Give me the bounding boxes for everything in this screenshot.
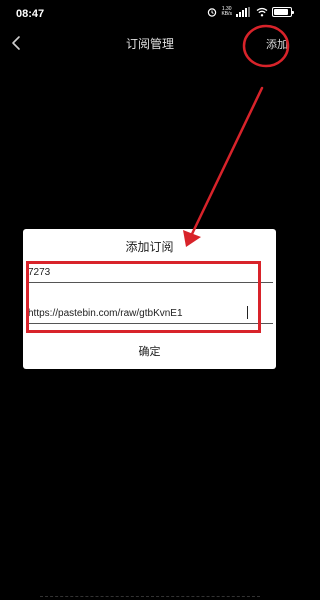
dialog-title: 添加订阅	[125, 240, 174, 254]
annotation-arrow-line	[190, 86, 264, 236]
battery-icon	[272, 7, 294, 17]
subscription-name-input[interactable]	[27, 263, 273, 283]
signal-icon	[236, 7, 250, 17]
add-subscription-dialog: 添加订阅 确定	[23, 229, 276, 369]
confirm-button[interactable]: 确定	[23, 338, 276, 364]
status-time: 08:47	[16, 8, 45, 20]
app-header: 订阅管理 添加	[0, 26, 300, 62]
status-bar: 08:47 1.30 KB/s	[0, 0, 300, 26]
status-icons: 1.30 KB/s	[207, 7, 294, 17]
net-speed: 1.30 KB/s	[221, 7, 232, 17]
alarm-icon	[208, 8, 217, 17]
page-title: 订阅管理	[125, 37, 174, 51]
chevron-left-icon	[12, 36, 20, 50]
back-button[interactable]	[4, 30, 28, 56]
text-cursor	[247, 306, 248, 319]
add-subscription-button[interactable]: 添加	[266, 36, 288, 52]
battery-level	[274, 9, 289, 15]
net-speed-unit: KB/s	[221, 11, 232, 17]
wifi-icon	[256, 7, 268, 17]
screen: 08:47 1.30 KB/s 订阅管理 添加 添加订阅 7273 https:…	[0, 0, 300, 600]
home-indicator	[40, 596, 260, 598]
subscription-url-input[interactable]	[27, 304, 273, 324]
